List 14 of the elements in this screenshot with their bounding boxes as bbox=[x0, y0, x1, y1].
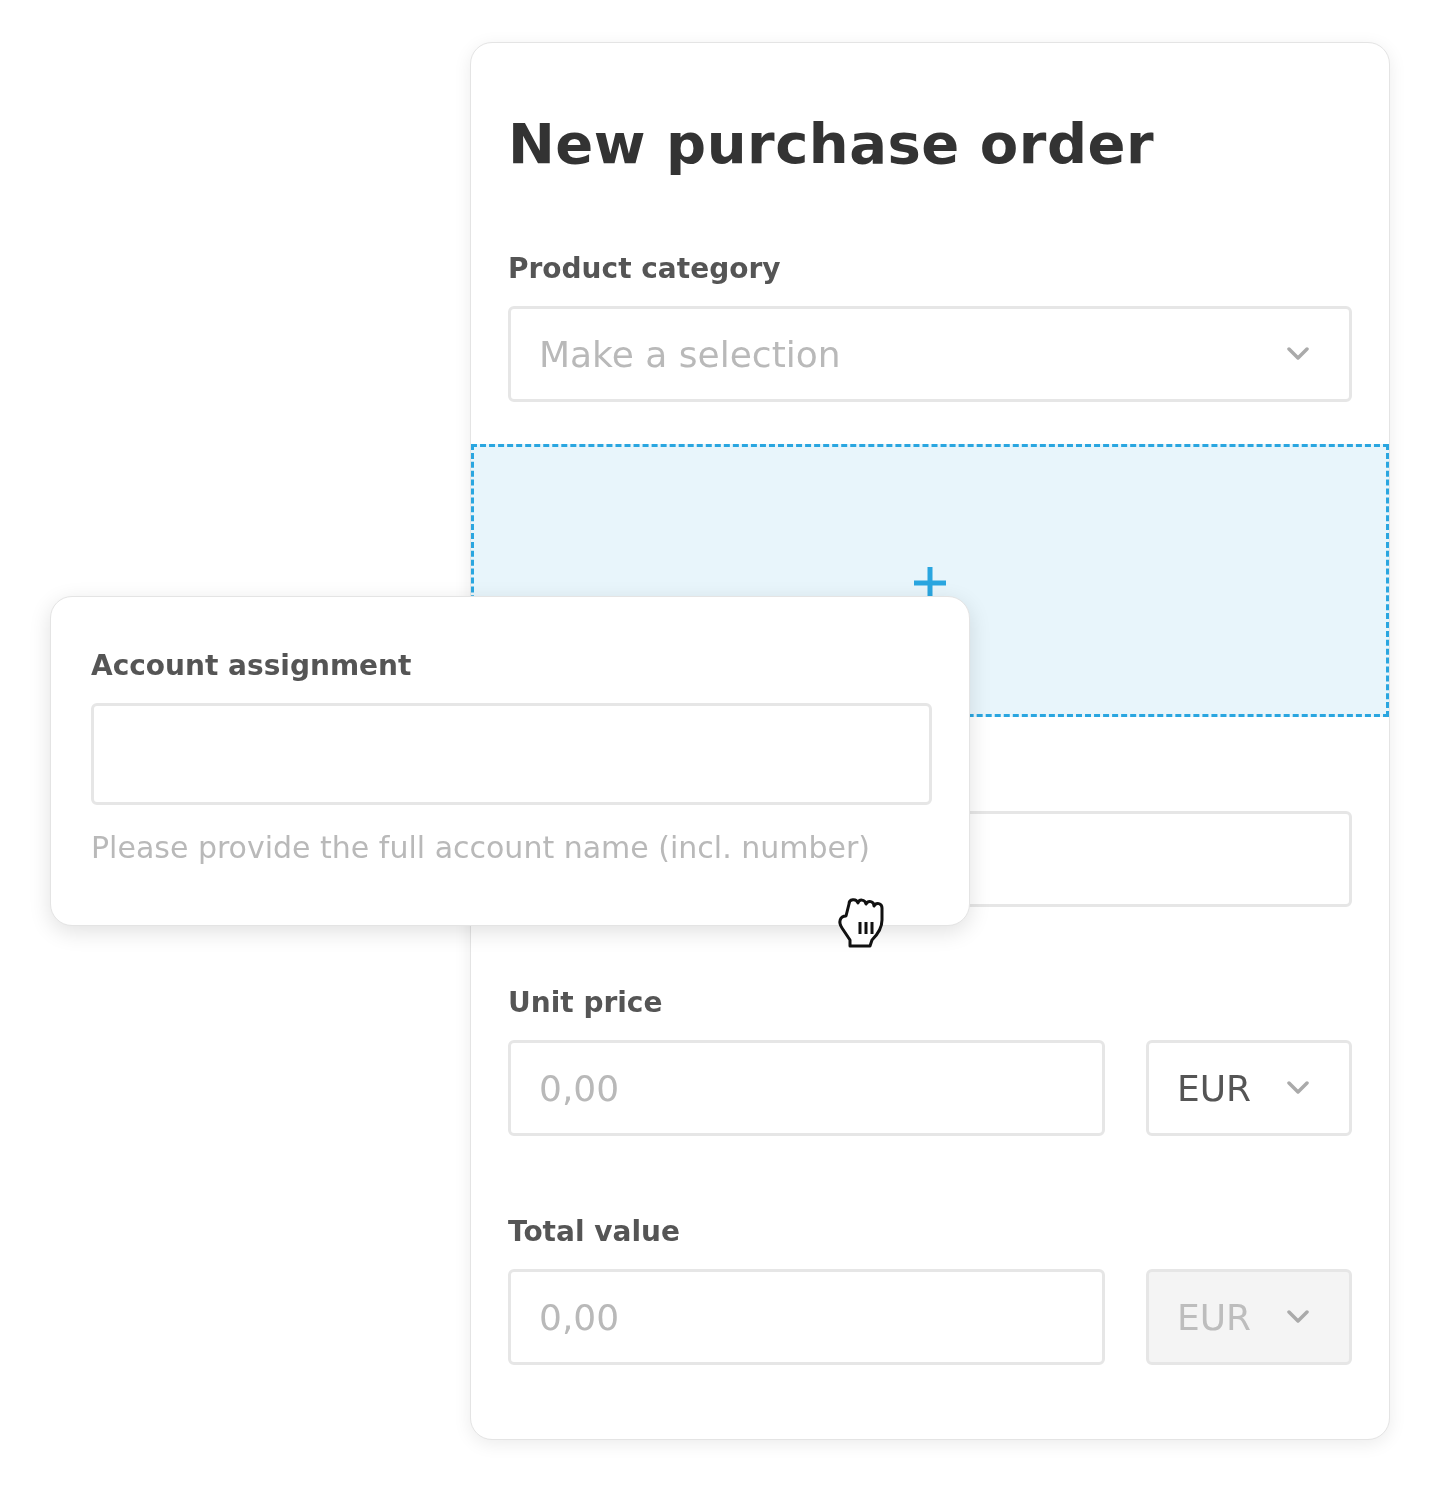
chevron-icon bbox=[1287, 1310, 1309, 1324]
dragged-field-overlay[interactable]: Account assignment Please provide the full account name (incl. number) bbox=[50, 596, 970, 926]
field-label: Unit price bbox=[508, 986, 663, 1020]
currency-select[interactable]: EUR bbox=[1146, 1040, 1352, 1136]
field-label: Account assignment bbox=[91, 649, 412, 683]
form-title: New purchase order bbox=[508, 110, 1155, 178]
chevron-icon bbox=[1287, 1081, 1309, 1095]
price-field[interactable]: 0,00 bbox=[508, 1040, 1105, 1136]
helper-text: Please provide the full account name (incl. number) bbox=[91, 829, 871, 867]
account-field[interactable] bbox=[91, 703, 932, 805]
field-label: Total value bbox=[508, 1215, 680, 1249]
chevron-icon bbox=[1287, 347, 1309, 361]
field-label: Product category bbox=[508, 252, 781, 286]
total-field[interactable]: 0,00 bbox=[508, 1269, 1105, 1365]
